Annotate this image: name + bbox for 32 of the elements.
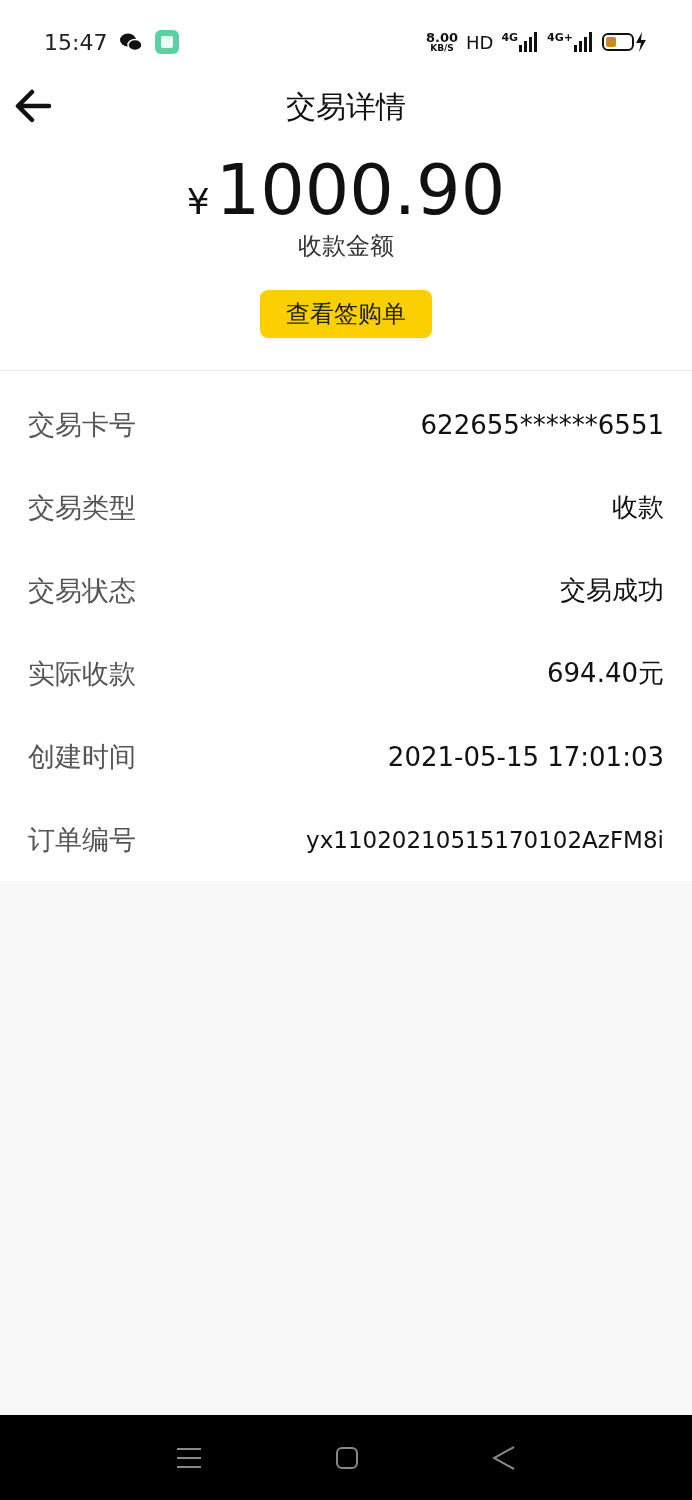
detail-label: 交易状态 [28,573,136,608]
speed-unit: KB/S [430,44,454,53]
detail-label: 订单编号 [28,822,136,857]
detail-value: 622655******6551 [420,409,664,440]
signal-icon [574,31,594,53]
app-icon [155,30,180,54]
detail-label: 交易卡号 [28,407,136,442]
menu-icon[interactable] [176,1445,203,1470]
detail-value: 收款 [612,491,664,524]
back-arrow-icon[interactable] [14,89,52,123]
detail-value: 2021-05-15 17:01:03 [387,741,664,772]
status-time: 15:47 [44,29,108,55]
amount-value: 1000.90 [215,152,506,228]
detail-value: yx11020210515170102AzFM8i [306,826,664,853]
detail-label: 交易类型 [28,490,136,525]
currency-symbol: ¥ [186,181,210,222]
network-type: 4G+ [547,31,573,44]
detail-value: 694.40元 [547,657,664,690]
network-speed: 8.00 [425,31,458,44]
home-icon[interactable] [335,1445,359,1470]
page-title: 交易详情 [286,87,406,126]
chat-bubbles-icon [119,32,144,52]
network-type: 4G [501,31,519,44]
detail-value: 交易成功 [560,574,664,607]
detail-label: 实际收款 [28,656,136,691]
back-icon[interactable] [491,1444,516,1471]
view-receipt-button[interactable]: 查看签购单 [260,290,432,338]
signal-icon [519,31,540,53]
detail-label: 创建时间 [28,739,136,774]
battery-icon [602,31,648,53]
hd-label: HD [466,31,494,53]
amount-label: 收款金额 [298,231,394,262]
